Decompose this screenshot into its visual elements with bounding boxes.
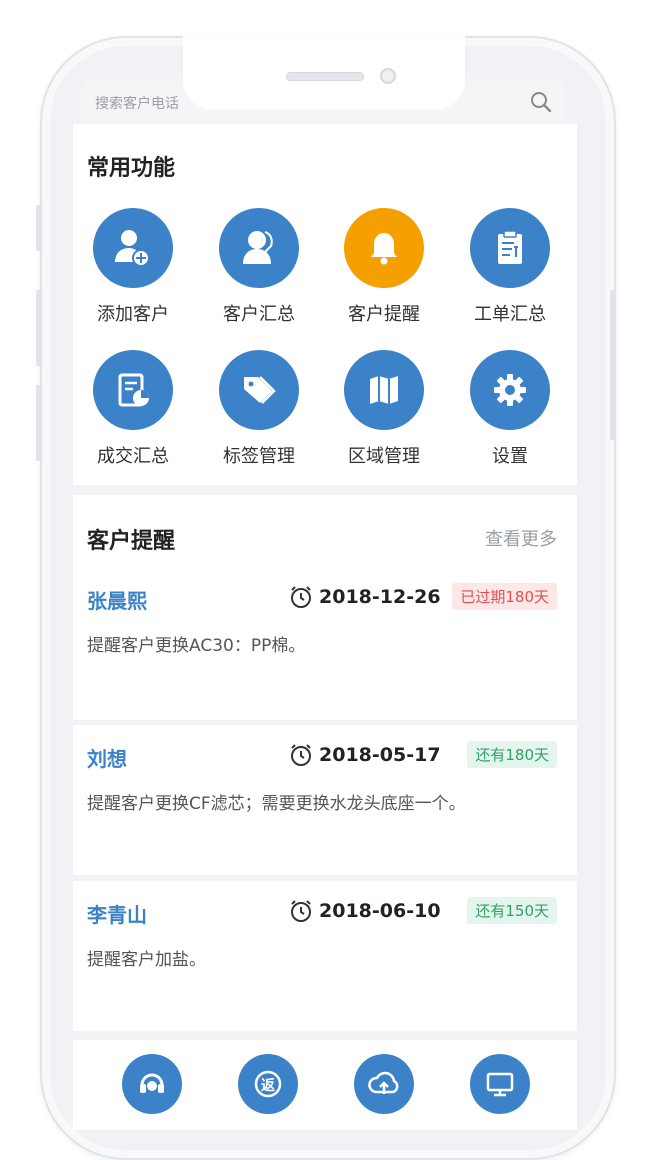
feature-add-customer[interactable]: 添加客户: [73, 208, 193, 326]
bell-icon: [344, 208, 424, 288]
reminder-item[interactable]: 张晨熙 2018-12-26 已过期180天 提醒客户更换AC30：PP棉。: [73, 567, 577, 720]
phone-notch: [183, 36, 465, 110]
alarm-clock-icon: [291, 744, 311, 766]
reminder-description: 提醒客户更换CF滤芯；需要更换水龙头底座一个。: [87, 794, 466, 814]
customer-name[interactable]: 刘想: [87, 743, 127, 772]
svg-text:返: 返: [261, 1077, 275, 1094]
phone-side-button: [36, 290, 41, 366]
search-icon[interactable]: [529, 90, 553, 114]
bottom-nav: 返: [73, 1040, 577, 1130]
tag-icon: [219, 350, 299, 430]
feature-label: 成交汇总: [97, 446, 169, 467]
customer-name[interactable]: 张晨熙: [87, 585, 147, 614]
feature-label: 设置: [492, 446, 528, 467]
feature-label: 添加客户: [97, 304, 169, 325]
feature-label: 工单汇总: [474, 304, 546, 325]
reminder-item[interactable]: 刘想 2018-05-17 还有180天 提醒客户更换CF滤芯；需要更换水龙头底…: [73, 725, 577, 875]
feature-label: 区域管理: [348, 446, 420, 467]
speaker-grille: [286, 72, 364, 81]
map-icon: [344, 350, 424, 430]
feature-customer-summary[interactable]: 客户汇总: [199, 208, 319, 326]
customer-name[interactable]: 李青山: [87, 899, 147, 928]
monitor-icon[interactable]: [470, 1054, 530, 1114]
screen: 搜索客户电话 常用功能 添加客户 客户汇总 客户提醒 工单汇总 成交汇总 标签管…: [73, 70, 577, 1130]
status-badge: 已过期180天: [452, 583, 557, 610]
feature-label: 客户提醒: [348, 304, 420, 325]
status-badge: 还有150天: [467, 897, 557, 924]
alarm-clock-icon: [291, 900, 311, 922]
reminder-date: 2018-05-17: [289, 743, 441, 767]
phone-side-button: [36, 205, 41, 251]
front-camera: [380, 68, 396, 84]
status-badge: 还有180天: [467, 741, 557, 768]
section-title: 常用功能: [87, 156, 176, 181]
report-icon: [93, 350, 173, 430]
feature-label: 标签管理: [223, 446, 295, 467]
phone-side-button: [610, 290, 615, 440]
feature-region-management[interactable]: 区域管理: [324, 350, 444, 468]
reminder-date: 2018-06-10: [289, 899, 441, 923]
gear-icon: [470, 350, 550, 430]
feature-deal-summary[interactable]: 成交汇总: [73, 350, 193, 468]
search-input[interactable]: 搜索客户电话: [95, 93, 179, 113]
feature-customer-reminder[interactable]: 客户提醒: [324, 208, 444, 326]
feature-work-order-summary[interactable]: 工单汇总: [450, 208, 570, 326]
headset-icon[interactable]: [122, 1054, 182, 1114]
phone-side-button: [36, 385, 41, 461]
feature-tag-management[interactable]: 标签管理: [199, 350, 319, 468]
reminder-date: 2018-12-26: [289, 585, 441, 609]
reminders-header: 客户提醒 查看更多: [73, 495, 577, 567]
functions-section: 常用功能 添加客户 客户汇总 客户提醒 工单汇总 成交汇总 标签管理 区域管理 …: [73, 124, 577, 485]
reminder-item[interactable]: 李青山 2018-06-10 还有150天 提醒客户加盐。: [73, 881, 577, 1031]
return-icon[interactable]: 返: [238, 1054, 298, 1114]
alarm-clock-icon: [291, 586, 311, 608]
feature-settings[interactable]: 设置: [450, 350, 570, 468]
date-text: 2018-12-26: [319, 586, 441, 608]
customer-service-icon: [219, 208, 299, 288]
date-text: 2018-06-10: [319, 900, 441, 922]
feature-label: 客户汇总: [223, 304, 295, 325]
reminder-description: 提醒客户更换AC30：PP棉。: [87, 636, 306, 656]
section-title: 客户提醒: [87, 529, 176, 554]
cloud-upload-icon[interactable]: [354, 1054, 414, 1114]
view-more-link[interactable]: 查看更多: [485, 525, 557, 551]
add-user-icon: [93, 208, 173, 288]
reminder-description: 提醒客户加盐。: [87, 950, 206, 970]
date-text: 2018-05-17: [319, 744, 441, 766]
clipboard-icon: [470, 208, 550, 288]
